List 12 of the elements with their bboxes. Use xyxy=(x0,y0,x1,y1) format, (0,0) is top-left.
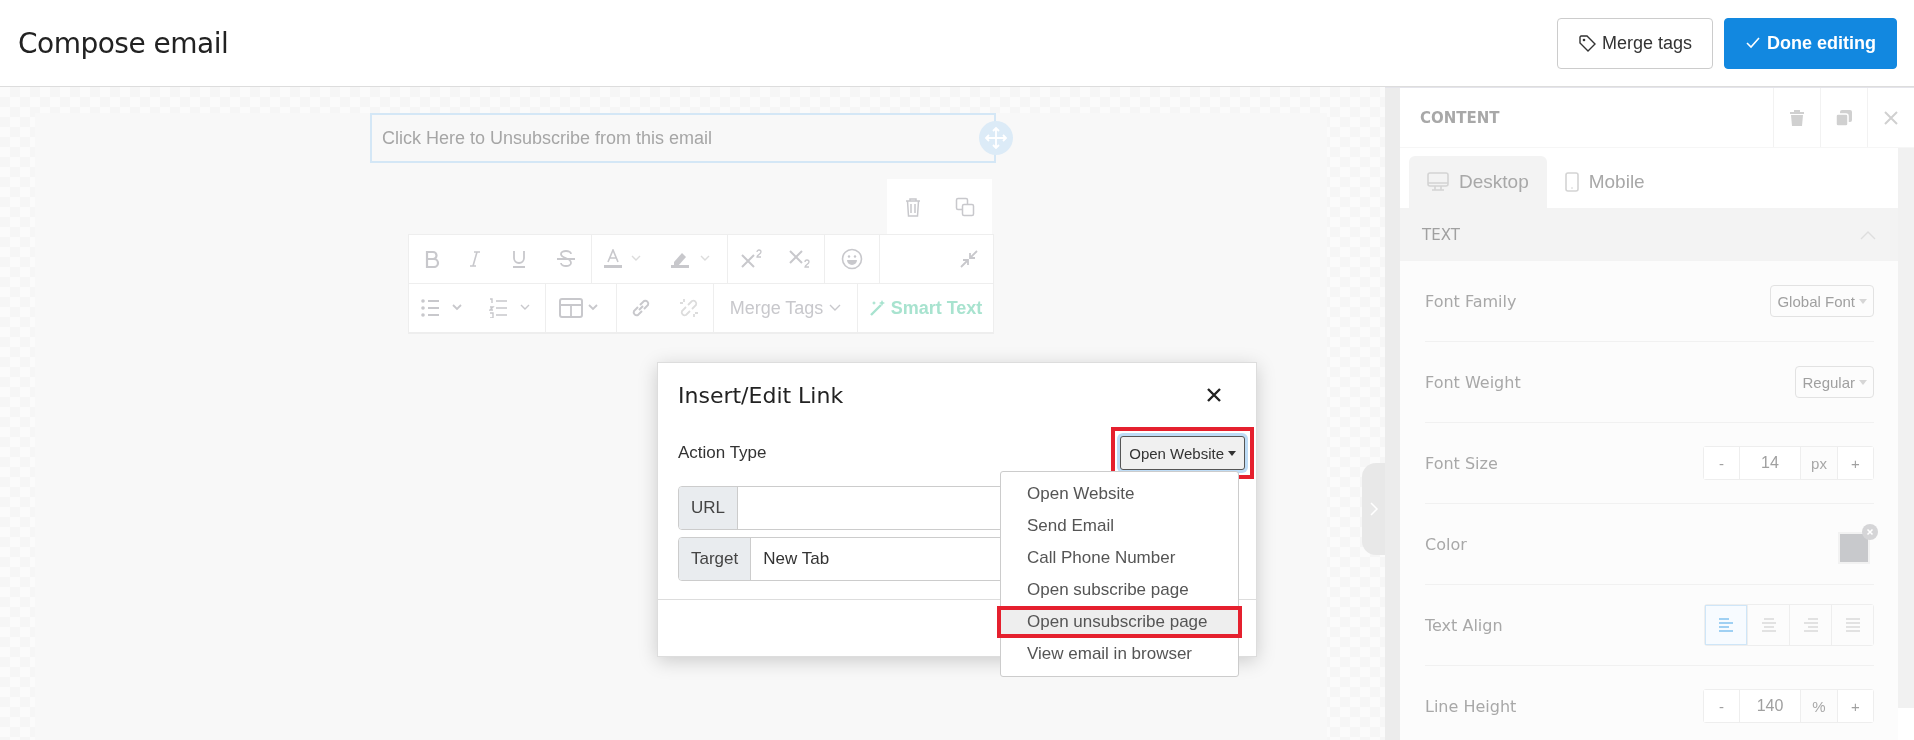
panel-title: CONTENT xyxy=(1420,108,1500,127)
action-type-label: Action Type xyxy=(678,443,767,463)
field-label: Target xyxy=(679,538,752,580)
property-label: Font Size xyxy=(1425,453,1498,473)
property-label: Text Align xyxy=(1425,615,1503,635)
page-title: Compose email xyxy=(18,26,229,60)
dialog-title: Insert/Edit Link xyxy=(678,382,844,408)
property-label: Font Weight xyxy=(1425,372,1521,392)
property-label: Color xyxy=(1425,534,1467,554)
property-label: Font Family xyxy=(1425,291,1517,311)
field-label: URL xyxy=(679,487,738,529)
property-label: Line Height xyxy=(1425,696,1517,716)
